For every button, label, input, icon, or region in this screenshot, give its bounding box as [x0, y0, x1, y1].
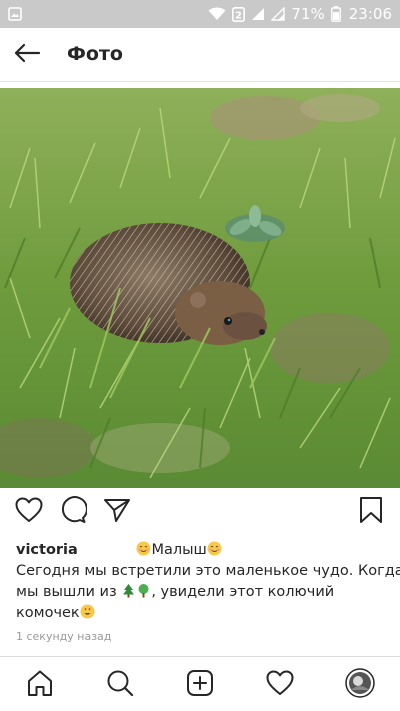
nav-activity[interactable] — [264, 669, 296, 701]
evergreen-tree-icon — [121, 583, 136, 598]
post-photo[interactable] — [0, 88, 400, 488]
caption-line-3-text: комочек — [16, 605, 80, 621]
share-button[interactable] — [101, 496, 133, 528]
page-title: Фото — [67, 43, 123, 65]
profile-avatar — [345, 668, 375, 702]
blush-emoji — [207, 541, 222, 556]
caption-title: Малыш — [151, 542, 207, 558]
status-bar: 2 71% 23:06 — [0, 0, 400, 28]
caption-line-1: Сегодня мы встретили это маленькое чудо.… — [16, 563, 400, 579]
nav-search[interactable] — [104, 669, 136, 701]
caption-line-2-start: мы вышли из — [16, 584, 122, 600]
blush-emoji — [136, 541, 151, 556]
activity-heart-icon — [266, 670, 294, 700]
post-timestamp: 1 секунду назад — [16, 630, 112, 643]
post-caption: victoria Малыш Сегодня мы встретили это … — [16, 540, 400, 624]
like-button[interactable] — [13, 496, 45, 528]
battery-icon — [330, 6, 341, 22]
search-icon — [106, 669, 134, 701]
wifi-icon — [208, 7, 226, 21]
nav-add-post[interactable] — [184, 669, 216, 701]
bookmark-icon — [359, 496, 383, 528]
heart-eyes-emoji — [80, 604, 95, 619]
data-saver-icon: 2 — [232, 6, 246, 22]
arrow-left-icon — [13, 43, 41, 67]
deciduous-tree-icon — [136, 583, 151, 598]
nav-profile[interactable] — [344, 668, 376, 702]
redacted-area — [77, 542, 132, 558]
post-actions — [0, 492, 400, 532]
caption-line-3: комочек — [16, 603, 388, 624]
comment-icon — [59, 496, 88, 528]
add-post-icon — [186, 669, 214, 701]
bottom-nav — [0, 656, 400, 711]
back-button[interactable] — [8, 37, 46, 73]
username[interactable]: victoria — [16, 542, 78, 558]
signal-icon — [251, 7, 265, 21]
battery-percent: 71% — [291, 5, 325, 23]
caption-line-2-end: , увидели этот колючий — [151, 584, 335, 600]
caption-line-2: мы вышли из , увидели этот колючий — [16, 582, 388, 603]
home-icon — [26, 669, 54, 701]
share-icon — [103, 497, 131, 527]
heart-icon — [15, 497, 43, 527]
save-button[interactable] — [355, 496, 387, 528]
clock: 23:06 — [348, 5, 392, 23]
signal-icon — [271, 7, 286, 21]
nav-home[interactable] — [24, 669, 56, 701]
app-header: Фото — [0, 28, 400, 82]
caption-title-line: victoria Малыш — [16, 540, 388, 561]
comment-button[interactable] — [57, 496, 89, 528]
gallery-icon — [8, 6, 22, 21]
svg-text:2: 2 — [235, 10, 242, 21]
